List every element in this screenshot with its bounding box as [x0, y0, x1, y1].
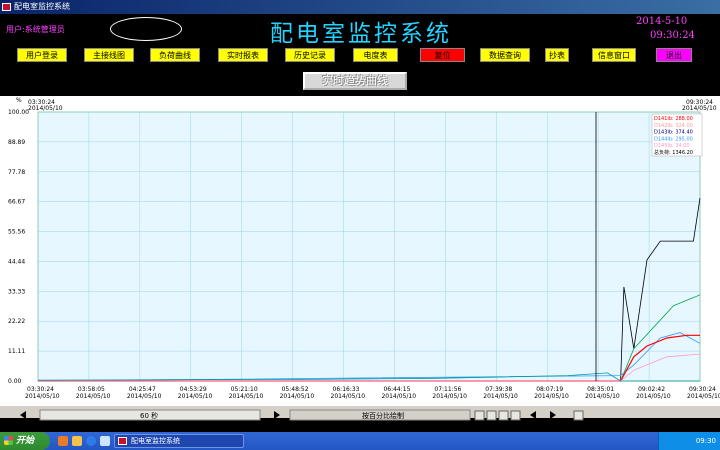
zoom-in-icon[interactable] [474, 410, 485, 421]
x-tick-time: 06:16:33 [333, 386, 360, 393]
x-tick-date: 2014/05/10 [280, 393, 315, 400]
x-tick-time: 07:39:38 [485, 386, 512, 393]
x-tick-time: 08:07:19 [536, 386, 563, 393]
x-tick-time: 08:35:01 [587, 386, 614, 393]
scroll-left-icon[interactable] [20, 411, 26, 419]
y-tick-label: 11.11 [8, 348, 25, 355]
y-tick-label: 88.89 [8, 139, 25, 146]
trend-chart-svg: 0.00 11.11 22.22 33.33 44.44 55.56 66.67 77.78 8… [8, 97, 720, 400]
trend-chart: 0.00 11.11 22.22 33.33 44.44 55.56 66.67 77.78 8… [0, 96, 720, 418]
x-tick-time: 04:25:47 [129, 386, 156, 393]
legend-item: 总负荷: 1346.20 [654, 149, 693, 156]
nav-button-7[interactable]: 数据查询 [480, 48, 530, 62]
legend-item: D141Ib: 288.00 [654, 116, 693, 122]
scroll-controls: 60 秒 按百分比绘制 [20, 409, 584, 421]
legend-item: D145Ib: 34.00 [654, 143, 690, 149]
zoom-out-icon[interactable] [486, 410, 497, 421]
x-tick-date: 2014/05/10 [483, 393, 518, 400]
zoom-reset-icon[interactable] [498, 410, 509, 421]
interval-label: 60 秒 [140, 411, 158, 420]
nav-button-10[interactable]: 退出 [656, 48, 692, 62]
status-ellipse [110, 17, 182, 41]
x-tick-time: 05:21:10 [231, 386, 258, 393]
start-button[interactable]: 开始 [0, 432, 50, 450]
y-tick-label: 66.67 [8, 199, 25, 206]
chart-title-button[interactable]: 实时趋势曲线 [303, 72, 407, 90]
x-tick-date: 2014/05/10 [585, 393, 620, 400]
chart-scroll-bar[interactable]: 60 秒 按百分比绘制 [0, 406, 720, 421]
nav-button-6[interactable]: 复位 [420, 48, 465, 62]
nav-button-8[interactable]: 抄表 [545, 48, 569, 62]
x-tick-time: 09:30:24 [689, 386, 716, 393]
scroll-right-icon[interactable] [274, 411, 280, 419]
y-tick-label: 22.22 [8, 318, 25, 325]
app-icon [2, 3, 11, 11]
nav-button-5[interactable]: 电度表 [353, 48, 398, 62]
nav-button-2[interactable]: 负荷曲线 [150, 48, 200, 62]
print-icon[interactable] [573, 410, 584, 421]
plot-area [37, 111, 701, 382]
x-tick-date: 2014/05/10 [127, 393, 162, 400]
windows-flag-icon [4, 436, 13, 445]
taskbar: 开始 配电室监控系统 09:30 [0, 432, 720, 450]
ie-icon[interactable] [86, 436, 96, 446]
nav-button-0[interactable]: 用户登录 [17, 48, 67, 62]
x-tick-date: 2014/05/10 [381, 393, 416, 400]
window-title: 配电室监控系统 [14, 2, 70, 11]
page-title: 配电室监控系统 [270, 21, 452, 47]
y-tick-label: 33.33 [8, 288, 25, 295]
y-tick-label: 0.00 [8, 378, 22, 385]
legend-item: D144Ib: 295.00 [654, 136, 693, 142]
desktop-icon[interactable] [100, 436, 110, 446]
zoom-fit-icon[interactable] [510, 410, 521, 421]
nav-button-3[interactable]: 实时报表 [218, 48, 268, 62]
user-label: 用户:系统管理员 [6, 25, 65, 34]
mode-label: 按百分比绘制 [362, 411, 404, 420]
nav-button-1[interactable]: 主接线图 [84, 48, 134, 62]
window-titlebar[interactable]: 配电室监控系统 [0, 0, 720, 14]
start-label: 开始 [16, 436, 35, 446]
last-page-icon[interactable] [550, 411, 556, 419]
x-tick-date: 2014/05/10 [636, 393, 671, 400]
x-tick-time: 07:11:56 [434, 386, 461, 393]
x-tick-time: 03:30:24 [27, 386, 54, 393]
taskbar-item-label: 配电室监控系统 [131, 437, 180, 445]
y-tick-label: 44.44 [8, 258, 25, 265]
y-tick-label: 77.78 [8, 169, 25, 176]
nav-button-4[interactable]: 历史记录 [285, 48, 335, 62]
x-tick-date: 2014/05/10 [25, 393, 60, 400]
x-tick-date: 2014/05/10 [178, 393, 213, 400]
x-tick-time: 04:53:29 [180, 386, 207, 393]
x-tick-time: 05:48:52 [282, 386, 309, 393]
tray-clock: 09:30 [695, 437, 716, 445]
top-right-date: 2014/05/10 [682, 105, 717, 112]
media-player-icon[interactable] [58, 436, 68, 446]
nav-bar: 用户登录 主接线图 负荷曲线 实时报表 历史记录 电度表 复位 数据查询 抄表 信息窗口 退出 [0, 48, 720, 64]
top-left-date: 2014/05/10 [28, 105, 63, 112]
x-tick-time: 03:58:05 [78, 386, 105, 393]
x-tick-date: 2014/05/10 [432, 393, 467, 400]
first-page-icon[interactable] [530, 411, 536, 419]
y-tick-label: 55.56 [8, 229, 25, 236]
x-tick-time: 09:02:42 [638, 386, 665, 393]
legend-item: D143Ib: 374.40 [654, 130, 693, 136]
x-tick-time: 06:44:15 [383, 386, 410, 393]
explorer-icon[interactable] [72, 436, 82, 446]
header: 用户:系统管理员 配电室监控系统 2014-5-10 09:30:24 [0, 14, 720, 47]
legend-item: D142Ib: 324.00 [654, 123, 693, 129]
y-tick-label: 100.00 [8, 109, 29, 116]
y-axis-unit: % [16, 97, 22, 104]
x-tick-date: 2014/05/10 [331, 393, 366, 400]
x-tick-date: 2014/05/10 [76, 393, 111, 400]
taskbar-item-app[interactable]: 配电室监控系统 [114, 434, 244, 448]
x-tick-date: 2014/05/10 [687, 393, 720, 400]
system-tray: 09:30 [658, 432, 720, 450]
x-tick-date: 2014/05/10 [534, 393, 569, 400]
date-display: 2014-5-10 [636, 16, 688, 27]
nav-button-9[interactable]: 信息窗口 [592, 48, 636, 62]
app-icon [118, 437, 127, 445]
x-tick-date: 2014/05/10 [229, 393, 264, 400]
time-display: 09:30:24 [650, 30, 695, 41]
